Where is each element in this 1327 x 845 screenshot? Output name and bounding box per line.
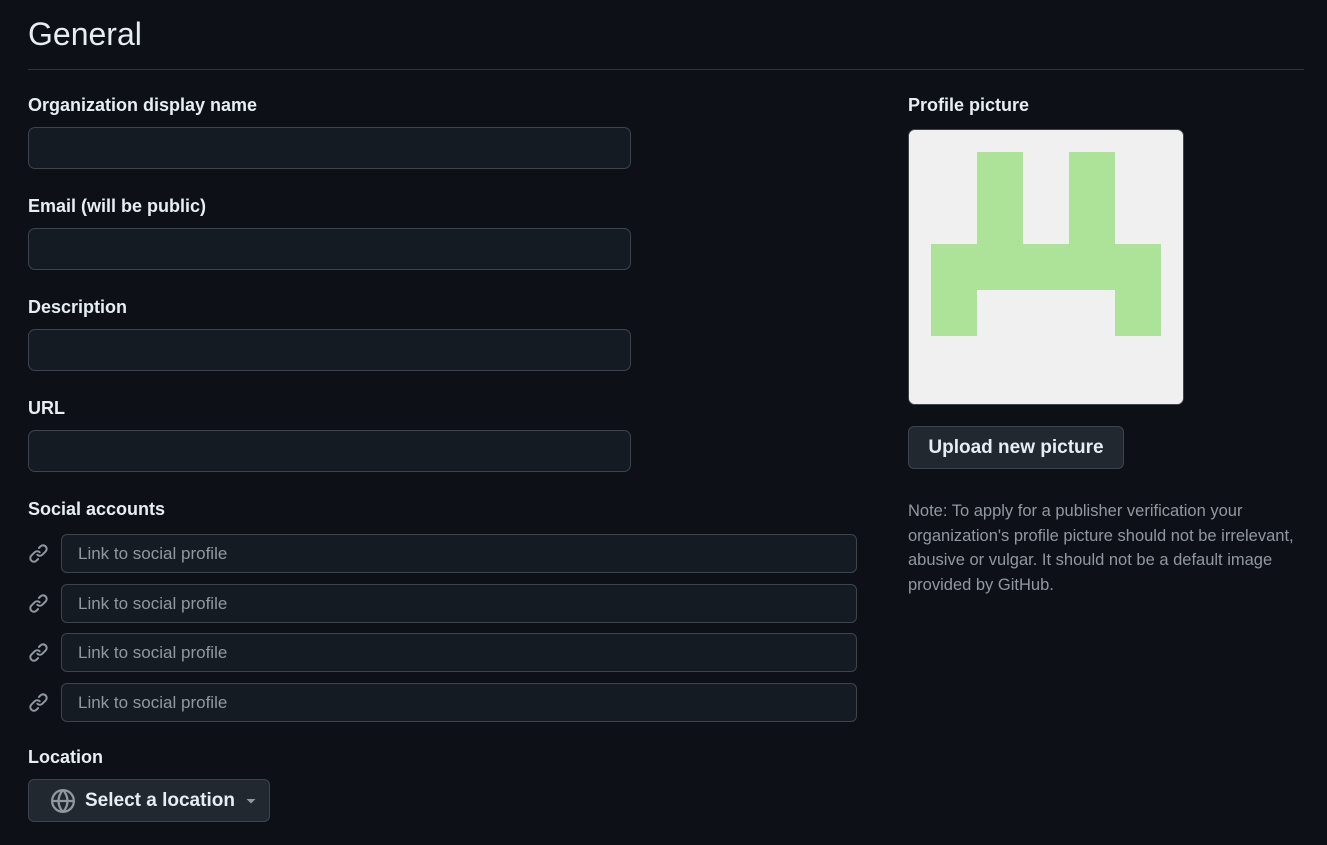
url-input[interactable]: [28, 430, 631, 472]
link-icon: [29, 643, 48, 662]
identicon-image: [909, 130, 1183, 404]
link-icon: [29, 693, 48, 712]
description-input[interactable]: [28, 329, 631, 371]
profile-picture-label: Profile picture: [908, 95, 1030, 115]
social-link-input-1[interactable]: [61, 534, 857, 573]
profile-picture-note: Note: To apply for a publisher verificat…: [908, 502, 1294, 595]
upload-new-picture-button[interactable]: Upload new picture: [908, 426, 1124, 469]
social-account-row: [28, 534, 857, 573]
social-account-row: [28, 633, 857, 672]
title-divider: [28, 69, 1304, 70]
link-icon: [29, 544, 48, 563]
select-location-button[interactable]: Select a location: [28, 779, 270, 822]
social-link-input-4[interactable]: [61, 683, 857, 722]
triangle-down-icon: [246, 798, 256, 803]
email-label: Email (will be public): [28, 196, 207, 216]
social-account-row: [28, 584, 857, 623]
social-link-input-2[interactable]: [61, 584, 857, 623]
link-icon: [29, 594, 48, 613]
url-label: URL: [28, 398, 65, 418]
email-input[interactable]: [28, 228, 631, 270]
description-label: Description: [28, 297, 128, 317]
social-account-row: [28, 683, 857, 722]
profile-avatar: [908, 129, 1184, 405]
location-label: Location: [28, 747, 103, 767]
select-location-label: Select a location: [85, 789, 235, 811]
page-title: General: [28, 16, 142, 52]
display-name-input[interactable]: [28, 127, 631, 169]
social-link-input-3[interactable]: [61, 633, 857, 672]
social-accounts-label: Social accounts: [28, 499, 166, 519]
globe-icon: [51, 788, 75, 813]
display-name-label: Organization display name: [28, 95, 258, 115]
general-settings-page: General Organization display name Email …: [0, 0, 1327, 845]
